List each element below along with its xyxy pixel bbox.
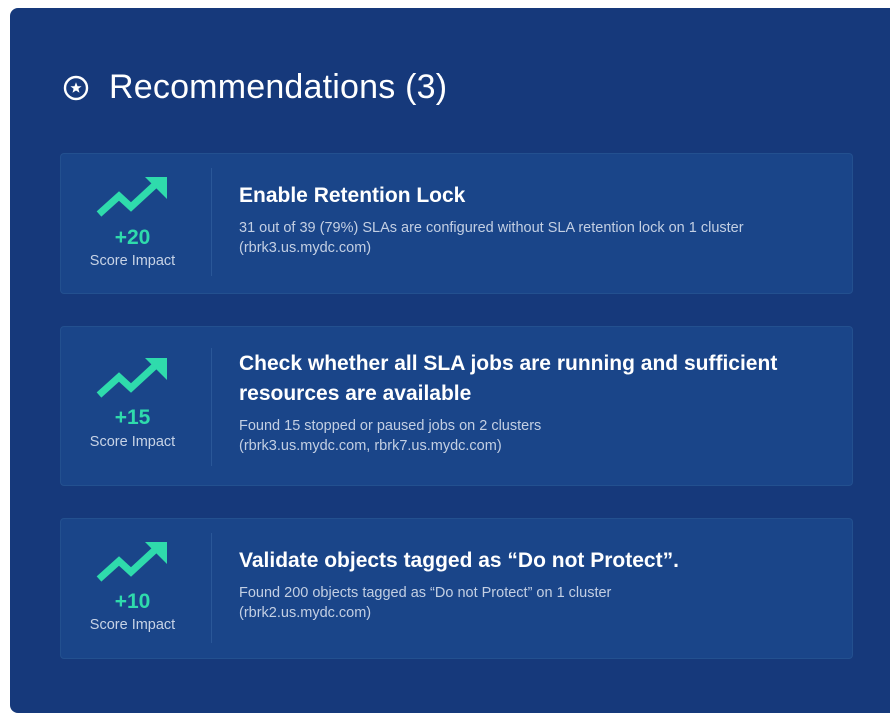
recommendation-content: Check whether all SLA jobs are running a… bbox=[239, 349, 829, 456]
description-line: Found 15 stopped or paused jobs on 2 clu… bbox=[239, 418, 542, 434]
trending-up-icon bbox=[96, 177, 167, 217]
score-impact-value: +15 bbox=[114, 406, 151, 429]
trending-up-icon bbox=[96, 542, 167, 582]
description-line: (rbrk3.us.mydc.com, rbrk7.us.mydc.com) bbox=[239, 438, 502, 454]
score-impact-label: Score Impact bbox=[89, 617, 176, 633]
card-divider bbox=[211, 533, 212, 643]
star-circle-icon bbox=[63, 75, 89, 100]
title-line: Check whether all SLA jobs are running a… bbox=[239, 352, 778, 375]
recommendation-card[interactable]: +20 Score Impact Enable Retention Lock 3… bbox=[60, 153, 853, 294]
card-divider bbox=[211, 168, 212, 276]
score-impact-value: +10 bbox=[114, 590, 151, 613]
recommendation-title: Enable Retention Lock bbox=[239, 184, 466, 207]
recommendation-description: Found 15 stopped or paused jobs on 2 clu… bbox=[239, 416, 829, 456]
recommendations-panel: Recommendations (3) +20 Score Impact Ena… bbox=[10, 8, 890, 713]
card-divider bbox=[211, 348, 212, 466]
recommendation-description: 31 out of 39 (79%) SLAs are configured w… bbox=[239, 218, 829, 258]
page-title: Recommendations (3) bbox=[109, 68, 448, 106]
score-impact: +10 Score Impact bbox=[61, 519, 211, 658]
description-line: (rbrk2.us.mydc.com) bbox=[239, 605, 372, 621]
score-impact-value: +20 bbox=[114, 226, 151, 249]
recommendation-card[interactable]: +10 Score Impact Validate objects tagged… bbox=[60, 518, 853, 659]
trending-up-icon bbox=[96, 358, 167, 398]
score-impact: +20 Score Impact bbox=[61, 154, 211, 293]
recommendation-title: Validate objects tagged as “Do not Prote… bbox=[239, 549, 679, 572]
recommendation-title: Check whether all SLA jobs are running a… bbox=[239, 349, 829, 409]
description-line: 31 out of 39 (79%) SLAs are configured w… bbox=[239, 220, 744, 236]
recommendations-header: Recommendations (3) bbox=[63, 68, 447, 107]
description-line: Found 200 objects tagged as “Do not Prot… bbox=[239, 585, 612, 601]
description-line: (rbrk3.us.mydc.com) bbox=[239, 240, 372, 256]
score-impact-label: Score Impact bbox=[89, 253, 176, 269]
score-impact-label: Score Impact bbox=[89, 434, 176, 450]
score-impact: +15 Score Impact bbox=[61, 327, 211, 485]
recommendation-description: Found 200 objects tagged as “Do not Prot… bbox=[239, 583, 829, 623]
recommendation-card[interactable]: +15 Score Impact Check whether all SLA j… bbox=[60, 326, 853, 486]
recommendation-content: Validate objects tagged as “Do not Prote… bbox=[239, 546, 829, 623]
recommendation-content: Enable Retention Lock 31 out of 39 (79%)… bbox=[239, 181, 829, 258]
title-line: resources are available bbox=[239, 382, 472, 405]
